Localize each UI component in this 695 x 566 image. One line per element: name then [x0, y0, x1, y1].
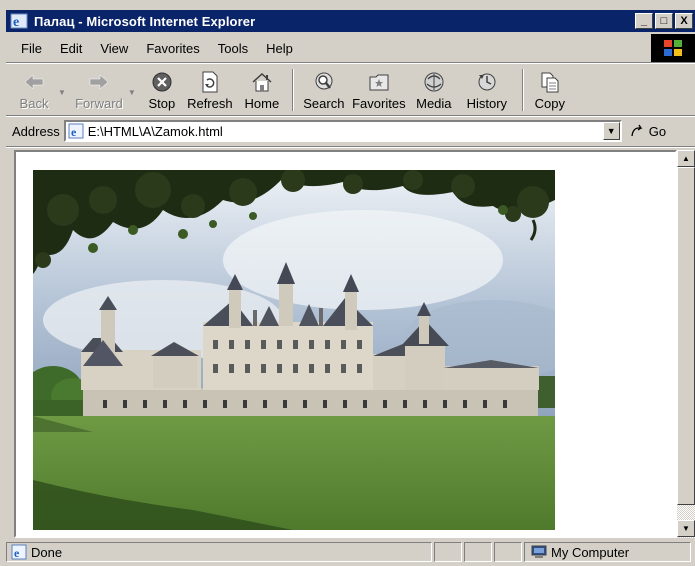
favorites-button[interactable]: Favorites	[348, 66, 410, 114]
maximize-icon: □	[660, 15, 668, 27]
status-cell-3	[494, 542, 522, 562]
toolbar-separator-line	[6, 115, 695, 117]
scroll-down-button[interactable]: ▼	[677, 520, 695, 537]
history-icon	[474, 70, 500, 94]
svg-text:e: e	[71, 125, 77, 139]
svg-text:e: e	[13, 15, 19, 29]
menu-file[interactable]: File	[12, 41, 51, 56]
scroll-up-button[interactable]: ▲	[677, 150, 695, 167]
menu-favorites[interactable]: Favorites	[137, 41, 208, 56]
address-separator-line	[6, 146, 695, 148]
home-icon	[249, 70, 275, 94]
vertical-scrollbar[interactable]: ▲ ▼	[677, 150, 695, 538]
go-arrow-icon	[631, 124, 643, 137]
media-icon	[421, 70, 447, 94]
back-arrow-icon	[21, 70, 47, 94]
page-done-icon: e	[11, 544, 27, 560]
menu-help[interactable]: Help	[257, 41, 302, 56]
menu-view[interactable]: View	[91, 41, 137, 56]
maximize-button[interactable]: □	[655, 13, 673, 29]
page-content[interactable]	[14, 150, 677, 538]
history-button[interactable]: History	[458, 66, 516, 114]
minimize-button[interactable]: _	[635, 13, 653, 29]
page-ie-icon: e	[68, 123, 84, 139]
status-text: Done	[31, 544, 63, 560]
my-computer-icon	[531, 545, 547, 558]
copy-icon	[537, 70, 563, 94]
title-bar[interactable]: e Палац - Microsoft Internet Explorer _ …	[6, 10, 695, 32]
favorites-label: Favorites	[352, 96, 406, 111]
refresh-button[interactable]: Refresh	[182, 66, 238, 114]
toolbar-separator	[291, 69, 294, 111]
media-button[interactable]: Media	[410, 66, 458, 114]
windows-logo-throbber	[651, 34, 695, 62]
toolbar-separator-2	[521, 69, 524, 111]
go-button[interactable]: Go	[630, 124, 666, 139]
windows-flag-icon	[664, 40, 682, 56]
search-label: Search	[303, 96, 345, 111]
scroll-thumb[interactable]	[677, 167, 695, 505]
address-input[interactable]: e E:\HTML\A\Zamok.html ▼	[63, 120, 622, 142]
security-zone-panel: My Computer	[524, 542, 691, 562]
refresh-icon	[197, 70, 223, 94]
search-button[interactable]: Search	[300, 66, 348, 114]
menu-edit[interactable]: Edit	[51, 41, 91, 56]
arrow-down-icon: ▼	[682, 524, 690, 533]
forward-button[interactable]: Forward	[72, 66, 126, 114]
back-button[interactable]: Back	[12, 66, 56, 114]
zone-label: My Computer	[551, 544, 630, 560]
forward-dropdown-icon[interactable]: ▼	[128, 88, 136, 97]
home-button[interactable]: Home	[238, 66, 286, 114]
forward-arrow-icon	[86, 70, 112, 94]
svg-text:e: e	[14, 546, 20, 560]
stop-icon	[149, 70, 175, 94]
castle-photo	[33, 170, 555, 530]
status-cell-1	[434, 542, 462, 562]
stop-button[interactable]: Stop	[142, 66, 182, 114]
menu-separator	[6, 62, 695, 64]
media-label: Media	[416, 96, 452, 111]
window-title: Палац - Microsoft Internet Explorer	[34, 13, 256, 29]
history-label: History	[466, 96, 508, 111]
home-label: Home	[244, 96, 280, 111]
search-icon	[311, 70, 337, 94]
chevron-down-icon: ▼	[606, 126, 616, 136]
address-label: Address	[12, 123, 60, 139]
status-cell-2	[464, 542, 492, 562]
menu-tools[interactable]: Tools	[209, 41, 257, 56]
address-dropdown-button[interactable]: ▼	[602, 122, 620, 140]
standard-toolbar: Back ▼ Forward ▼ Stop Refresh Home Searc…	[12, 66, 570, 114]
refresh-label: Refresh	[187, 96, 233, 111]
copy-label: Copy	[534, 96, 566, 111]
back-dropdown-icon[interactable]: ▼	[58, 88, 66, 97]
copy-button[interactable]: Copy	[530, 66, 570, 114]
close-icon: X	[680, 15, 688, 27]
go-label: Go	[648, 123, 667, 139]
ie-logo-icon: e	[10, 13, 28, 29]
status-bar: e Done My Computer	[6, 541, 695, 563]
menu-bar: File Edit View Favorites Tools Help	[12, 36, 302, 60]
browser-window: e Палац - Microsoft Internet Explorer _ …	[0, 0, 695, 566]
back-label: Back	[19, 96, 49, 111]
stop-label: Stop	[148, 96, 176, 111]
address-url: E:\HTML\A\Zamok.html	[87, 123, 223, 139]
forward-label: Forward	[75, 96, 123, 111]
status-text-panel: e Done	[6, 542, 432, 562]
close-button[interactable]: X	[675, 13, 693, 29]
minimize-icon: _	[640, 15, 648, 27]
arrow-up-icon: ▲	[682, 154, 690, 163]
address-bar: Address e E:\HTML\A\Zamok.html ▼ Go	[12, 118, 695, 144]
favorites-icon	[366, 70, 392, 94]
